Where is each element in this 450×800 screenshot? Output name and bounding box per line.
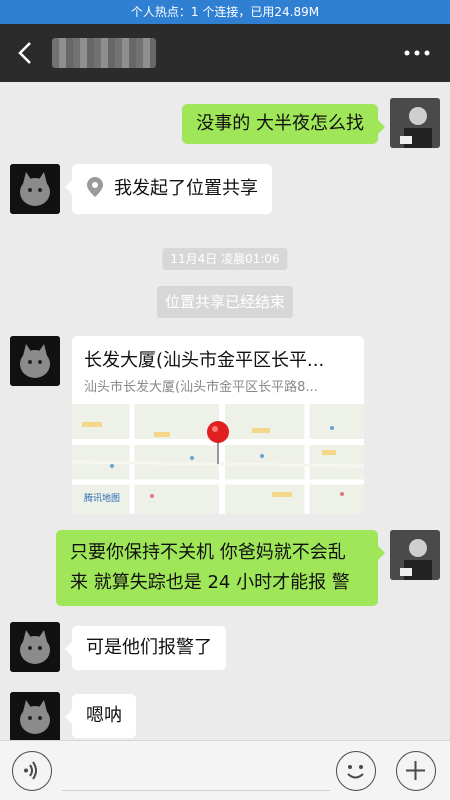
more-functions-button[interactable]: [396, 751, 436, 791]
message-text-line: 只要你保持不关机 你爸妈就不会乱: [70, 542, 346, 563]
message-bubble[interactable]: 嗯呐: [65, 694, 136, 738]
message-text: 嗯呐: [86, 705, 122, 726]
location-map[interactable]: 腾讯地图: [72, 404, 364, 514]
voice-icon: [24, 761, 37, 780]
hotspot-status-bar: 个人热点：1 个连接，已用24.89M: [0, 0, 450, 24]
message-text: 可是他们报警了: [86, 637, 212, 658]
location-title: 长发大厦(汕头市金平区长平...: [84, 350, 325, 371]
message-bubble[interactable]: 只要你保持不关机 你爸妈就不会乱 来 就算失踪也是 24 小时才能报 警: [56, 530, 385, 606]
message-text: 我发起了位置共享: [114, 178, 258, 199]
more-options-icon[interactable]: [404, 50, 430, 56]
message-bubble[interactable]: 可是他们报警了: [65, 626, 226, 670]
contact-avatar[interactable]: [10, 622, 60, 672]
timestamp-tag: 11月4日 凌晨01:06: [162, 248, 288, 270]
chat-header: [0, 24, 450, 82]
location-card[interactable]: 长发大厦(汕头市金平区长平... 汕头市长发大厦(汕头市金平区长平路8... 腾…: [72, 336, 364, 514]
voice-input-button[interactable]: [12, 751, 52, 791]
map-provider-logo: 腾讯地图: [84, 494, 121, 504]
contact-avatar[interactable]: [10, 164, 60, 214]
location-share-message[interactable]: 我发起了位置共享: [65, 164, 272, 214]
location-pin-icon: [87, 177, 103, 197]
contact-avatar[interactable]: [10, 336, 60, 386]
location-address: 汕头市长发大厦(汕头市金平区长平路8...: [84, 380, 318, 395]
my-avatar[interactable]: [390, 98, 440, 148]
message-text: 没事的 大半夜怎么找: [196, 113, 364, 134]
back-arrow-icon[interactable]: [12, 39, 40, 67]
message-text-input[interactable]: [62, 751, 330, 791]
message-bubble[interactable]: 没事的 大半夜怎么找: [182, 104, 385, 144]
contact-avatar[interactable]: [10, 692, 60, 740]
my-avatar[interactable]: [390, 530, 440, 580]
plus-icon: [406, 761, 425, 780]
smiley-icon: [347, 765, 364, 779]
message-input-bar: [0, 740, 450, 800]
message-text-line: 来 就算失踪也是 24 小时才能报 警: [70, 572, 350, 593]
contact-name-blurred: [52, 38, 156, 68]
emoji-button[interactable]: [336, 751, 376, 791]
share-ended-notice: 位置共享已经结束: [156, 286, 294, 318]
chat-messages[interactable]: 没事的 大半夜怎么找 我发起了位置共享 11月4日 凌晨01:06 位置共享已经…: [0, 82, 450, 740]
